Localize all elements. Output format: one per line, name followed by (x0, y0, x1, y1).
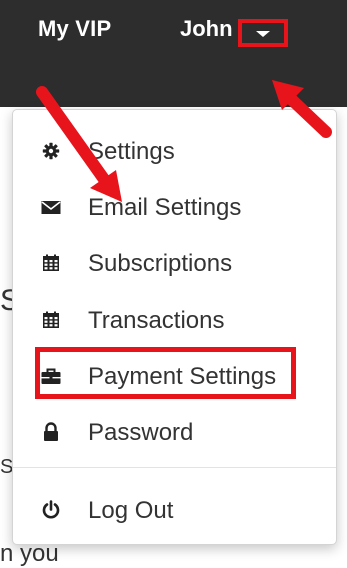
menu-item-email-settings[interactable]: Email Settings (13, 182, 336, 232)
menu-item-label: Payment Settings (88, 363, 277, 390)
user-menu-toggle[interactable] (238, 19, 288, 47)
menu-item-subscriptions[interactable]: Subscriptions (13, 238, 336, 288)
nav-my-vip-link[interactable]: My VIP (38, 16, 111, 42)
menu-item-settings[interactable]: Settings (13, 126, 336, 176)
menu-item-label: Subscriptions (88, 250, 233, 277)
menu-divider (13, 467, 336, 468)
calendar-icon (41, 253, 61, 273)
menu-item-log-out[interactable]: Log Out (13, 485, 336, 535)
top-navbar: My VIP John (0, 0, 347, 107)
envelope-icon (41, 197, 61, 217)
user-dropdown-menu: Settings Email Settings Subscriptions Tr… (12, 109, 337, 545)
menu-item-label: Email Settings (88, 194, 242, 221)
menu-item-label: Log Out (88, 497, 174, 524)
menu-item-transactions[interactable]: Transactions (13, 295, 336, 345)
menu-item-label: Transactions (88, 307, 225, 334)
calendar-icon (41, 310, 61, 330)
menu-item-label: Password (88, 419, 194, 446)
briefcase-icon (41, 366, 61, 386)
nav-user-name[interactable]: John (180, 16, 232, 42)
lock-icon (41, 422, 61, 442)
menu-item-label: Settings (88, 138, 175, 165)
menu-item-payment-settings[interactable]: Payment Settings (13, 351, 336, 401)
caret-down-icon (256, 31, 270, 37)
gear-icon (41, 141, 61, 161)
power-icon (41, 500, 61, 520)
menu-item-password[interactable]: Password (13, 407, 336, 457)
